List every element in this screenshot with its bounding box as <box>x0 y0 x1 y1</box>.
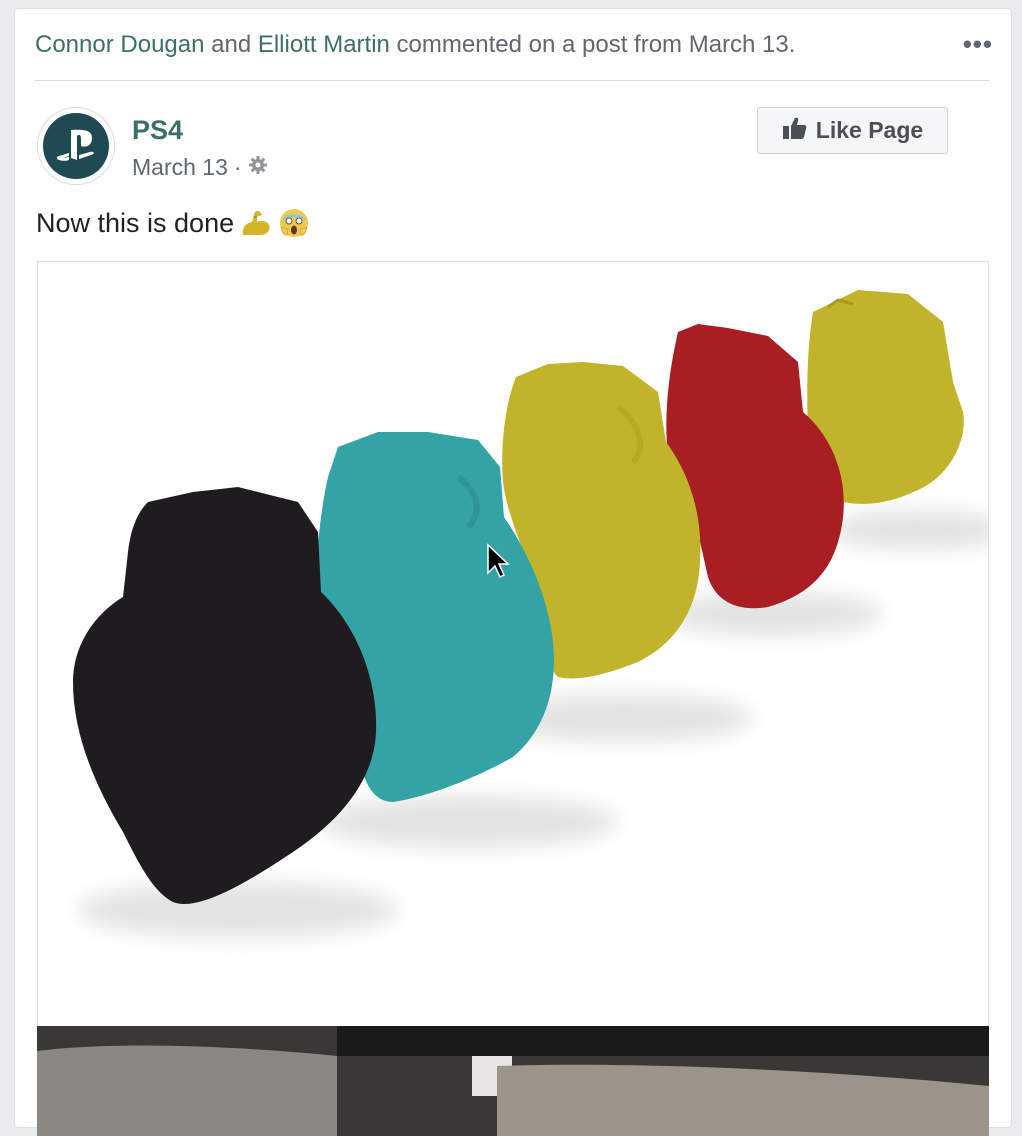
story-header: Connor Dougan and Elliott Martin comment… <box>35 31 991 59</box>
playstation-logo-icon <box>43 113 109 179</box>
thumbs-up-icon <box>782 115 808 147</box>
flexed-biceps-icon <box>240 207 272 239</box>
actor-link-elliott[interactable]: Elliott Martin <box>258 31 390 58</box>
feed-story-card: Connor Dougan and Elliott Martin comment… <box>14 8 1012 1136</box>
like-page-button[interactable]: Like Page <box>757 107 948 154</box>
second-post-photo[interactable] <box>37 1026 989 1136</box>
post-text: Now this is done <box>36 207 235 238</box>
face-screaming-icon <box>278 207 310 239</box>
post-message: Now this is done <box>36 207 310 239</box>
like-page-label: Like Page <box>815 117 924 143</box>
story-and-text: and <box>204 31 258 58</box>
header-divider <box>35 80 989 81</box>
post-meta: March 13 · <box>132 154 268 181</box>
page-name-link[interactable]: PS4 <box>132 115 183 146</box>
page-avatar[interactable] <box>37 107 115 185</box>
meta-separator: · <box>233 154 242 180</box>
more-options-icon[interactable]: ••• <box>963 31 993 57</box>
post-photo[interactable] <box>37 261 989 1031</box>
story-action-text: commented on a post from March 13. <box>389 31 796 58</box>
post-date-link[interactable]: March 13 <box>132 154 228 181</box>
gear-icon[interactable] <box>248 154 268 181</box>
actor-link-connor[interactable]: Connor Dougan <box>35 31 204 58</box>
